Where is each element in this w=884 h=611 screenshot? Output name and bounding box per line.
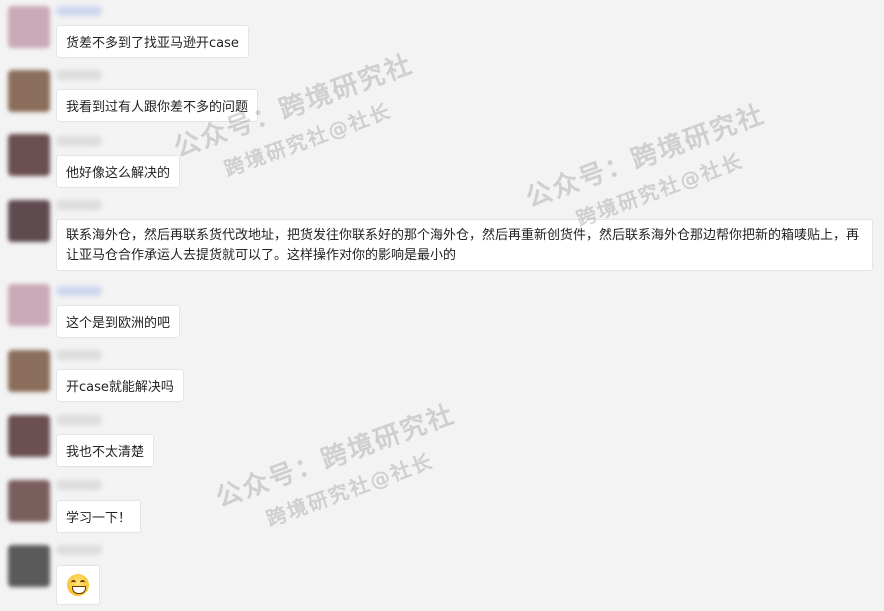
sender-name-blurred	[56, 6, 102, 16]
sender-name-blurred	[56, 545, 102, 555]
message-bubble[interactable]: 联系海外仓，然后再联系货代改地址，把货发往你联系好的那个海外仓，然后再重新创货件…	[56, 219, 873, 271]
watermark: 公众号：跨境研究社 跨境研究社@社长	[210, 394, 471, 546]
sender-name-blurred	[56, 415, 102, 425]
sender-name-blurred	[56, 350, 102, 360]
message-bubble[interactable]: 学习一下！	[56, 500, 142, 533]
message-bubble[interactable]: 他好像这么解决的	[56, 155, 181, 188]
watermark-line1: 公众号：跨境研究社	[522, 99, 770, 214]
message-bubble[interactable]	[56, 565, 100, 605]
sender-name-blurred	[56, 70, 102, 80]
watermark-line1: 公众号：跨境研究社	[212, 399, 460, 514]
avatar[interactable]	[8, 350, 50, 392]
avatar[interactable]	[8, 284, 50, 326]
avatar[interactable]	[8, 415, 50, 457]
sender-name-blurred	[56, 136, 102, 146]
avatar[interactable]	[8, 200, 50, 242]
message-bubble[interactable]: 我看到过有人跟你差不多的问题	[56, 89, 259, 122]
watermark-line2: 跨境研究社@社长	[572, 148, 747, 232]
message-bubble[interactable]: 我也不太清楚	[56, 434, 155, 467]
grinning-face-icon	[67, 574, 89, 596]
sender-name-blurred	[56, 200, 102, 210]
message-bubble[interactable]: 货差不多到了找亚马逊开case	[56, 25, 249, 58]
message-bubble[interactable]: 开case就能解决吗	[56, 369, 184, 402]
watermark-line2: 跨境研究社@社长	[262, 448, 437, 532]
avatar[interactable]	[8, 134, 50, 176]
avatar[interactable]	[8, 545, 50, 587]
avatar[interactable]	[8, 6, 50, 48]
sender-name-blurred	[56, 286, 102, 296]
avatar[interactable]	[8, 70, 50, 112]
avatar[interactable]	[8, 480, 50, 522]
sender-name-blurred	[56, 480, 102, 490]
message-bubble[interactable]: 这个是到欧洲的吧	[56, 305, 181, 338]
